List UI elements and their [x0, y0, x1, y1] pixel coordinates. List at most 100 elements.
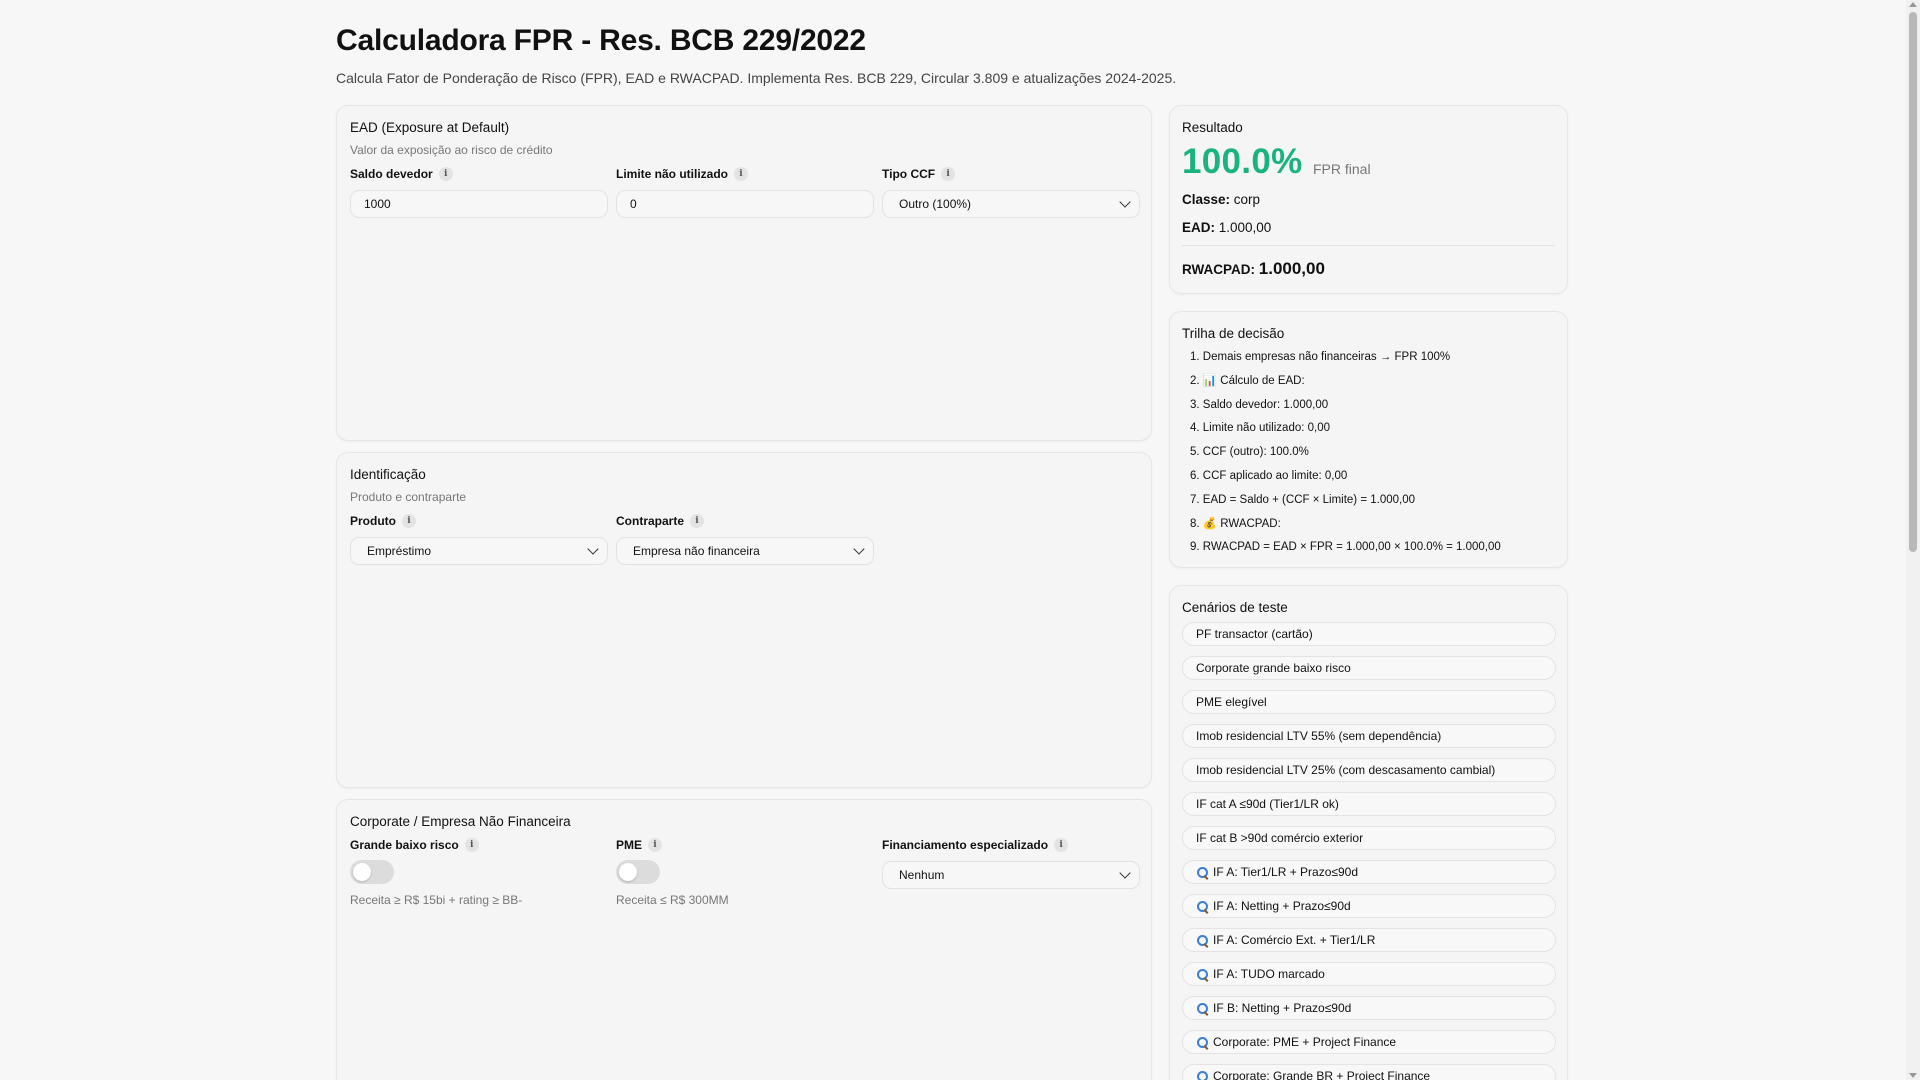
scenario-button[interactable]: IF A: Comércio Ext. + Tier1/LR [1182, 928, 1556, 952]
pme-label: PME [616, 838, 643, 852]
limite-field: Limite não utilizado i 0 [616, 165, 874, 218]
rwacpad-value: 1.000,00 [1258, 259, 1325, 278]
grande-baixo-risco-hint: Receita ≥ R$ 15bi + rating ≥ BB- [350, 893, 523, 907]
trilha-item: 3. Saldo devedor: 1.000,00 [1190, 398, 1329, 411]
chevron-down-icon [587, 543, 599, 555]
info-icon[interactable]: i [1054, 838, 1069, 852]
financiamento-label: Financiamento especializado [882, 838, 1049, 852]
scenario-button[interactable]: Corporate: PME + Project Finance [1182, 1030, 1556, 1054]
scenario-label: Imob residencial LTV 25% (com descasamen… [1196, 763, 1496, 777]
tipo-ccf-select[interactable]: Outro (100%) [882, 190, 1140, 218]
magnifier-icon [1196, 866, 1209, 879]
info-icon[interactable]: i [734, 167, 749, 181]
scenario-button[interactable]: Corporate grande baixo risco [1182, 656, 1556, 680]
magnifier-icon [1196, 1002, 1209, 1015]
produto-select[interactable]: Empréstimo [350, 537, 608, 565]
scenario-button[interactable]: Imob residencial LTV 25% (com descasamen… [1182, 758, 1556, 782]
scenario-label: IF cat A ≤90d (Tier1/LR ok) [1196, 797, 1339, 811]
divider [1182, 245, 1555, 246]
ccf-label: Tipo CCF [882, 167, 936, 181]
trilha-title: Trilha de decisão [1182, 326, 1285, 341]
contraparte-label: Contraparte [616, 514, 685, 528]
produto-field: Produto i Empréstimo [350, 512, 608, 565]
financiamento-value: Nenhum [899, 868, 945, 882]
ead-value: 1.000,00 [1218, 220, 1272, 235]
rwacpad-line: RWACPAD: 1.000,00 [1182, 259, 1325, 279]
resultado-card: Resultado 100.0% FPR final Classe: corp … [1169, 105, 1568, 294]
scenario-button[interactable]: PME elegível [1182, 690, 1556, 714]
corporate-card-title: Corporate / Empresa Não Financeira [350, 814, 571, 829]
scenario-button[interactable]: IF cat B >90d comércio exterior [1182, 826, 1556, 850]
identificacao-card-description: Produto e contraparte [350, 490, 467, 504]
trilha-card: Trilha de decisão 1. Demais empresas não… [1169, 311, 1568, 568]
scenario-button[interactable]: IF B: Netting + Prazo≤90d [1182, 996, 1556, 1020]
scenario-label: IF A: TUDO marcado [1213, 967, 1325, 981]
financiamento-field: Financiamento especializado i Nenhum [882, 836, 1140, 889]
contraparte-value: Empresa não financeira [633, 544, 760, 558]
scenario-button[interactable]: IF A: Netting + Prazo≤90d [1182, 894, 1556, 918]
limite-nao-utilizado-input[interactable]: 0 [616, 190, 874, 218]
magnifier-icon [1196, 934, 1209, 947]
scrollbar-thumb[interactable] [1909, 12, 1917, 552]
scenario-button[interactable]: IF A: Tier1/LR + Prazo≤90d [1182, 860, 1556, 884]
saldo-devedor-input[interactable]: 1000 [350, 190, 608, 218]
scenario-label: IF A: Comércio Ext. + Tier1/LR [1213, 933, 1376, 947]
grande-baixo-risco-label: Grande baixo risco [350, 838, 459, 852]
magnifier-icon [1196, 968, 1209, 981]
identificacao-card: Identificação Produto e contraparte Prod… [336, 452, 1152, 788]
limite-label: Limite não utilizado [616, 167, 729, 181]
info-icon[interactable]: i [402, 514, 416, 528]
trilha-list: 1. Demais empresas não financeiras → FPR… [1190, 349, 1501, 563]
cenarios-title: Cenários de teste [1182, 600, 1288, 615]
chevron-down-icon [853, 543, 865, 555]
scenario-label: IF A: Netting + Prazo≤90d [1213, 899, 1351, 913]
ead-card: EAD (Exposure at Default) Valor da expos… [336, 105, 1152, 441]
magnifier-icon [1196, 1070, 1209, 1080]
fpr-value: 100.0% [1182, 142, 1303, 181]
trilha-item: 5. CCF (outro): 100.0% [1190, 446, 1309, 459]
resultado-title: Resultado [1182, 120, 1243, 135]
info-icon[interactable]: i [438, 167, 453, 181]
scroll-up-arrow-icon[interactable] [1909, 2, 1917, 7]
classe-label: Classe: [1182, 192, 1231, 207]
saldo-field: Saldo devedor i 1000 [350, 165, 608, 218]
vertical-scrollbar[interactable] [1906, 0, 1920, 1080]
scenario-button[interactable]: IF A: TUDO marcado [1182, 962, 1556, 986]
pme-field: PME i Receita ≤ R$ 300MM [616, 836, 874, 907]
financiamento-especializado-select[interactable]: Nenhum [882, 861, 1140, 889]
rwacpad-label: RWACPAD: [1182, 262, 1255, 277]
cenarios-card: Cenários de teste PF transactor (cartão)… [1169, 585, 1568, 1080]
tipo-ccf-value: Outro (100%) [899, 197, 972, 211]
contraparte-field: Contraparte i Empresa não financeira [616, 512, 874, 565]
page-title: Calculadora FPR - Res. BCB 229/2022 [336, 24, 866, 57]
ead-card-description: Valor da exposição ao risco de crédito [350, 143, 553, 157]
scenario-label: Corporate grande baixo risco [1196, 661, 1351, 675]
scenario-label: PF transactor (cartão) [1196, 627, 1313, 641]
grande-baixo-risco-toggle[interactable] [350, 860, 394, 884]
info-icon[interactable]: i [690, 514, 705, 528]
ead-line: EAD: 1.000,00 [1182, 220, 1271, 235]
chevron-down-icon [1119, 867, 1131, 879]
trilha-item: 1. Demais empresas não financeiras → FPR… [1190, 351, 1451, 363]
info-icon[interactable]: i [941, 167, 956, 181]
identificacao-card-title: Identificação [350, 467, 426, 482]
pme-hint: Receita ≤ R$ 300MM [616, 893, 729, 907]
ccf-field: Tipo CCF i Outro (100%) [882, 165, 1140, 218]
trilha-item: 7. EAD = Saldo + (CCF × Limite) = 1.000,… [1190, 493, 1416, 506]
scenario-label: Corporate: PME + Project Finance [1213, 1035, 1397, 1049]
info-icon[interactable]: i [464, 838, 479, 852]
scenario-button[interactable]: Corporate: Grande BR + Project Finance [1182, 1064, 1556, 1080]
scenario-button[interactable]: IF cat A ≤90d (Tier1/LR ok) [1182, 792, 1556, 816]
produto-value: Empréstimo [367, 544, 432, 558]
scroll-down-arrow-icon[interactable] [1909, 1073, 1917, 1078]
contraparte-select[interactable]: Empresa não financeira [616, 537, 874, 565]
pme-toggle[interactable] [616, 860, 660, 884]
scenario-button[interactable]: PF transactor (cartão) [1182, 622, 1556, 646]
scenario-button[interactable]: Imob residencial LTV 55% (sem dependênci… [1182, 724, 1556, 748]
saldo-label: Saldo devedor [350, 167, 433, 181]
scenario-label: PME elegível [1196, 695, 1267, 709]
grande-baixo-risco-field: Grande baixo risco i Receita ≥ R$ 15bi + … [350, 836, 608, 907]
trilha-item: 8. 💰 RWACPAD: [1190, 517, 1281, 530]
magnifier-icon [1196, 900, 1209, 913]
info-icon[interactable]: i [648, 838, 663, 852]
